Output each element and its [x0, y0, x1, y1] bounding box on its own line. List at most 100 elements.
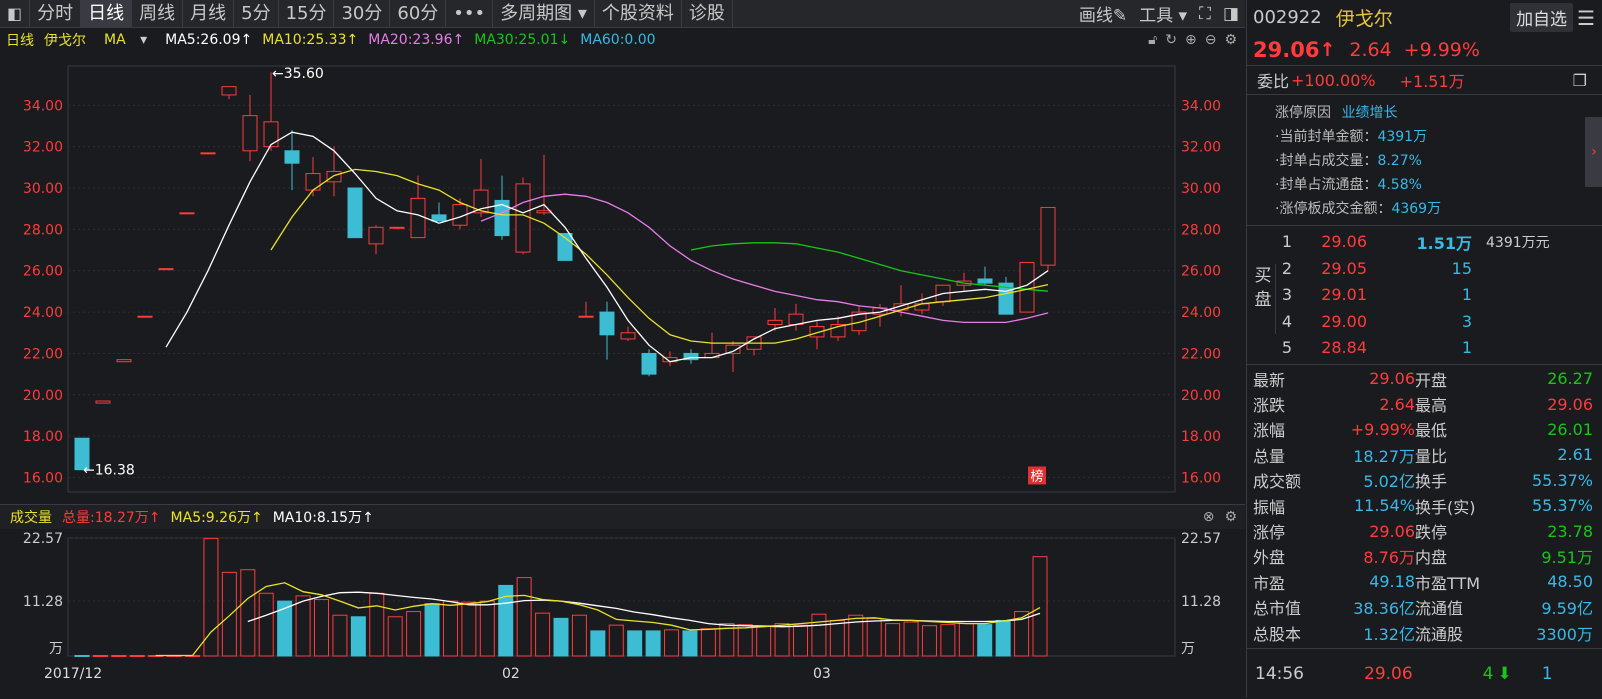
- volume-bar: [240, 569, 256, 657]
- volume-bar: [682, 630, 698, 657]
- stat-label: 总量: [1253, 446, 1286, 466]
- period-tabs: 分时 日线 周线 月线 5分 15分 30分 60分 ••• 多周期图 ▾ 个股资料 诊股: [30, 0, 733, 27]
- tab-2[interactable]: 周线: [132, 0, 184, 27]
- zoom-in-icon[interactable]: ⊕: [1185, 32, 1197, 48]
- limit-turnover-value: 4369万: [1391, 201, 1442, 217]
- tab-9[interactable]: 多周期图 ▾: [493, 0, 595, 27]
- stock-name: 伊戈尔: [1335, 8, 1393, 30]
- menu-icon[interactable]: ☰: [1577, 6, 1595, 30]
- volume-gear-icon[interactable]: ⚙: [1224, 509, 1237, 525]
- volume-legend-bar: 成交量 总量:18.27万↑ MA5:9.26万↑ MA10:8.15万↑ ⊗ …: [0, 504, 1245, 529]
- volume-bar: [977, 624, 993, 657]
- price-chart[interactable]: 34.00 34.00 32.00 32.00 30.00 30.00 28.00 28.00…: [0, 52, 1245, 504]
- volume-chart[interactable]: 22.57 22.57 11.28 11.28 万 万 2017/12 02 03: [0, 528, 1245, 698]
- candle-body: [515, 183, 531, 253]
- bid-row[interactable]: 4 29.00 3: [1277, 309, 1597, 334]
- limit-up-reason-box: 涨停原因 业绩增长 ·当前封单金额：4391万 ·封单占成交量：8.27% ·封…: [1247, 95, 1602, 226]
- zoom-out-icon[interactable]: ⊖: [1205, 32, 1217, 48]
- price-change-pct: +9.99%: [1403, 39, 1480, 61]
- ma30-value: MA30:25.01↓: [474, 32, 571, 48]
- candle-body: [263, 121, 279, 148]
- period-label[interactable]: 日线: [6, 30, 34, 50]
- candle-body: [431, 214, 447, 222]
- volume-bar: [111, 654, 127, 657]
- seal-float-label: 封单占流通盘：: [1279, 177, 1378, 193]
- stat-value: 38.36亿: [1353, 599, 1415, 619]
- price-tick-label: 30.00: [23, 181, 63, 197]
- tab-8[interactable]: •••: [446, 0, 494, 27]
- bid-row[interactable]: 1 29.06 1.51万 4391万元: [1277, 229, 1597, 254]
- refresh-icon[interactable]: ↻: [1165, 32, 1177, 48]
- stats-row: 总股本 1.32亿 流通股 3300万: [1247, 620, 1602, 645]
- stat-label: 市盈: [1253, 573, 1286, 593]
- tab-5[interactable]: 15分: [279, 0, 335, 27]
- lock-icon[interactable]: 🔓︎: [1148, 32, 1157, 48]
- tab-10[interactable]: 个股资料: [595, 0, 682, 27]
- candle-body: [158, 268, 174, 271]
- volume-tick-label: 11.28: [23, 594, 63, 610]
- tab-11[interactable]: 诊股: [682, 0, 733, 27]
- candle-body: [1040, 206, 1056, 266]
- stat-value: 2.64: [1379, 394, 1415, 414]
- volume-bar: [921, 625, 937, 657]
- bid-level: 5: [1281, 338, 1293, 357]
- gear-icon[interactable]: ⚙: [1224, 32, 1237, 48]
- bid-quantity: 1.51万: [1416, 233, 1472, 253]
- stock-code: 002922: [1253, 7, 1322, 28]
- weibi-value: +100.00%: [1291, 70, 1376, 90]
- price-tick-label: 16.00: [1181, 471, 1221, 487]
- volume-bar: [516, 577, 532, 657]
- panel-toggle-icon[interactable]: ◨: [1217, 4, 1245, 24]
- stat-label: 跌停: [1415, 523, 1448, 543]
- tab-0[interactable]: 分时: [30, 0, 82, 27]
- indicator-select[interactable]: MA ▾: [104, 32, 147, 48]
- volume-bar: [350, 616, 366, 657]
- fullscreen-icon[interactable]: ⛶: [1193, 4, 1217, 24]
- weibi-row: 委比 +100.00% +1.51万 ❐: [1247, 66, 1602, 95]
- bid-row[interactable]: 3 29.01 1: [1277, 282, 1597, 307]
- volume-bar: [129, 654, 145, 657]
- bid-level: 1: [1281, 232, 1293, 251]
- bid-price: 29.05: [1321, 258, 1367, 278]
- limit-turnover-label: 涨停板成交金额：: [1279, 201, 1392, 217]
- price-tick-label: 26.00: [23, 264, 63, 280]
- tab-3[interactable]: 月线: [183, 0, 235, 27]
- draw-line-button[interactable]: 画线✎: [1073, 1, 1133, 26]
- rank-badge-label: 榜: [1030, 468, 1043, 484]
- bid-row[interactable]: 5 28.84 1: [1277, 335, 1597, 360]
- candle-body: [305, 173, 321, 191]
- candle-body: [767, 319, 783, 325]
- tab-7[interactable]: 60分: [390, 0, 447, 27]
- bid-level: 3: [1281, 285, 1293, 304]
- stat-value: +9.99%: [1350, 419, 1415, 439]
- candle-body: [977, 278, 993, 284]
- close-icon[interactable]: ⊗: [1203, 509, 1215, 525]
- volume-bar: [258, 592, 274, 657]
- tools-menu-button[interactable]: 工具 ▾: [1133, 1, 1193, 26]
- layout-toggle-icon[interactable]: ◧: [0, 0, 31, 27]
- add-watchlist-button[interactable]: 加自选: [1510, 3, 1574, 32]
- volume-bar: [277, 600, 293, 657]
- tab-1[interactable]: 日线: [81, 0, 133, 27]
- volume-bar: [958, 623, 974, 657]
- indicator-label: MA: [104, 32, 126, 48]
- candle-body: [95, 400, 111, 404]
- price-tick-label: 16.00: [23, 471, 63, 487]
- volume-ma5: MA5:9.26万↑: [170, 510, 263, 526]
- candle-body: [284, 150, 300, 164]
- volume-bar: [829, 619, 845, 657]
- stat-value: 8.76万: [1363, 548, 1415, 568]
- price-tick-label: 28.00: [1181, 222, 1221, 238]
- volume-bar: [1032, 556, 1048, 657]
- bid-quantity: 3: [1461, 311, 1472, 331]
- expand-tab[interactable]: ›: [1585, 117, 1602, 187]
- price-tick-label: 34.00: [23, 98, 63, 114]
- ma60-value: MA60:0.00: [580, 32, 656, 48]
- reason-value[interactable]: 业绩增长: [1341, 105, 1397, 121]
- price-tick-label: 20.00: [1181, 388, 1221, 404]
- volume-bar: [553, 617, 569, 657]
- tab-6[interactable]: 30分: [334, 0, 391, 27]
- bid-row[interactable]: 2 29.05 15: [1277, 256, 1597, 281]
- tab-4[interactable]: 5分: [234, 0, 279, 27]
- copy-icon[interactable]: ❐: [1573, 71, 1587, 90]
